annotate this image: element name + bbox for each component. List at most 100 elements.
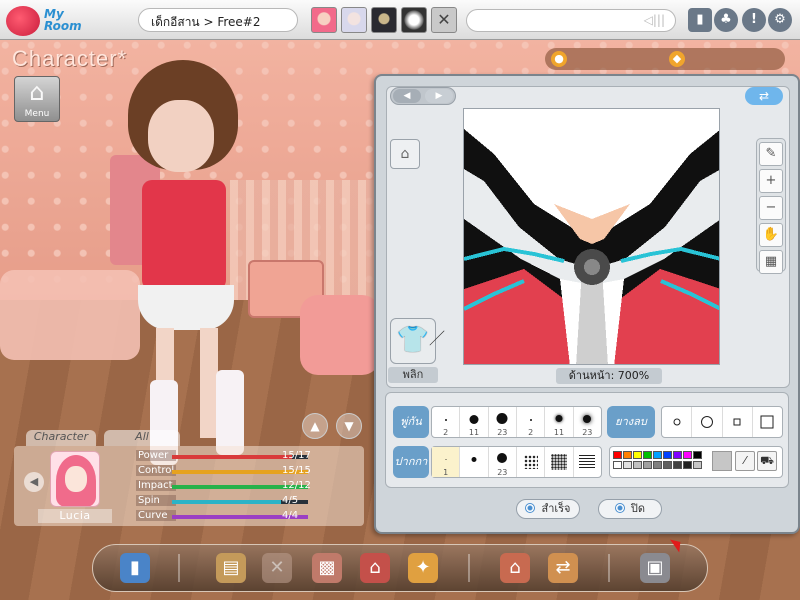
color-swatch[interactable] (663, 451, 672, 459)
home-arrow-icon[interactable]: ⌂ (500, 553, 530, 583)
avatar-dark[interactable] (371, 7, 397, 33)
door-icon[interactable]: ▮ (120, 553, 150, 583)
eraser-square-small[interactable] (723, 407, 753, 437)
current-color-swatch (712, 451, 732, 471)
stat-value: 4/4 (282, 510, 299, 521)
hand-icon[interactable]: ✋ (759, 223, 783, 247)
pixel-canvas[interactable] (463, 108, 720, 365)
brush-tab[interactable]: พู่กัน (393, 406, 429, 438)
exchange-icon[interactable]: ⇄ (548, 553, 578, 583)
brush-size-23[interactable]: 23 (489, 407, 517, 437)
flip-button[interactable]: พลิก (388, 367, 438, 383)
radio-icon (614, 503, 625, 513)
eraser-circle-small[interactable] (662, 407, 693, 437)
eraser-circle-large[interactable] (692, 407, 723, 437)
gear-icon[interactable]: ⚙ (768, 8, 792, 32)
toolbar-separator (178, 554, 180, 582)
color-swatch[interactable] (623, 461, 632, 469)
page-nav: ◀ ▶ (390, 87, 456, 105)
fill-bucket-icon[interactable]: ⛟ (757, 451, 777, 471)
info-icon[interactable]: ! (742, 8, 766, 32)
color-swatch[interactable] (633, 451, 642, 459)
color-swatch[interactable] (693, 461, 702, 469)
pen-lines[interactable] (574, 447, 601, 477)
character-skirt (138, 285, 234, 330)
brush-size-23-soft[interactable]: 23 (574, 407, 601, 437)
eyedropper-icon[interactable]: ⁄ (735, 451, 755, 471)
ok-button[interactable]: สำเร็จ (516, 499, 580, 519)
page-title: Character* (12, 46, 128, 71)
zoom-out-icon[interactable]: − (759, 196, 783, 220)
stat-name: Curve (136, 510, 176, 521)
brush-dot (444, 419, 447, 421)
pen-size-23[interactable]: 23 (489, 447, 517, 477)
puzzle-icon[interactable]: ✦ (408, 553, 438, 583)
spray-icon (550, 454, 567, 470)
clear-canvas-icon[interactable]: ⌂ (390, 139, 420, 169)
pen-spray-large[interactable] (545, 447, 574, 477)
color-swatch[interactable] (613, 461, 622, 469)
pencil-icon[interactable]: ✎ (759, 142, 783, 166)
color-swatch[interactable] (683, 461, 692, 469)
color-swatch[interactable] (613, 451, 622, 459)
color-swatch[interactable] (683, 451, 692, 459)
prev-page-icon[interactable]: ◀ (393, 89, 421, 103)
pen-size-1[interactable]: 1 (432, 447, 461, 477)
tab-character[interactable]: Character (26, 430, 96, 446)
logo-icon (6, 6, 40, 36)
close-label: ปิด (630, 502, 646, 515)
rotate-up-icon[interactable]: ▲ (302, 413, 328, 439)
zoom-in-icon[interactable]: + (759, 169, 783, 193)
close-icon[interactable]: ✕ (431, 7, 457, 33)
color-swatch[interactable] (653, 451, 662, 459)
room-toolbar-strip: ● ◆ (545, 48, 785, 70)
lines-icon (579, 455, 596, 469)
grid-icon[interactable]: ▦ (759, 250, 783, 274)
ok-label: สำเร็จ (541, 502, 571, 515)
swap-view-icon[interactable]: ⇄ (745, 87, 783, 105)
prev-character-icon[interactable]: ◀ (24, 472, 44, 492)
brush-size-11[interactable]: 11 (460, 407, 489, 437)
avatar-gray[interactable] (401, 7, 427, 33)
chat-input[interactable]: ◁||| (466, 9, 676, 32)
radio-icon (525, 503, 536, 513)
rotate-down-icon[interactable]: ▼ (336, 413, 362, 439)
color-swatch[interactable] (643, 461, 652, 469)
color-swatch[interactable] (623, 451, 632, 459)
phone-icon[interactable]: ▮ (688, 8, 712, 32)
color-swatch[interactable] (633, 461, 642, 469)
fold-icon[interactable]: ◆ (669, 51, 685, 67)
menu-button[interactable]: ⌂ Menu (14, 76, 60, 122)
pen-size-medium[interactable] (460, 447, 489, 477)
gift-icon[interactable]: ▩ (312, 553, 342, 583)
brush-size-2-soft[interactable]: 2 (432, 407, 461, 437)
pen-tab[interactable]: ปากกา (393, 446, 429, 478)
avatar-white-hair[interactable] (341, 7, 367, 33)
brush-size-11-soft[interactable]: 11 (545, 407, 574, 437)
shirt-template-button[interactable]: 👕 ／ (390, 318, 445, 364)
color-swatch[interactable] (673, 461, 682, 469)
color-swatch[interactable] (673, 451, 682, 459)
brush-size-2-hard[interactable]: 2 (517, 407, 546, 437)
color-swatch[interactable] (693, 451, 702, 459)
coin-icon[interactable]: ● (551, 51, 567, 67)
stat-value: 4/5 (282, 495, 299, 506)
color-swatch[interactable] (653, 461, 662, 469)
tools-icon[interactable]: ✕ (262, 553, 292, 583)
tab-all[interactable]: All (104, 430, 180, 446)
settings-card-icon[interactable]: ▣ (640, 553, 670, 583)
friends-icon[interactable]: ♣ (714, 8, 738, 32)
color-swatch[interactable] (663, 461, 672, 469)
eraser-square-large[interactable] (753, 407, 782, 437)
myroom-logo[interactable]: My Room (4, 2, 84, 38)
color-swatch[interactable] (643, 451, 652, 459)
clipboard-icon[interactable]: ▤ (216, 553, 246, 583)
pen-spray-small[interactable] (517, 447, 546, 477)
avatar-pink-hair[interactable] (311, 7, 337, 33)
close-button[interactable]: ปิด (598, 499, 662, 519)
brush-icon: ／ (428, 329, 445, 348)
eraser-tab[interactable]: ยางลบ (607, 406, 655, 438)
shop-icon[interactable]: ⌂ (360, 553, 390, 583)
stat-value: 15/17 (282, 450, 311, 461)
next-page-icon[interactable]: ▶ (425, 89, 453, 103)
